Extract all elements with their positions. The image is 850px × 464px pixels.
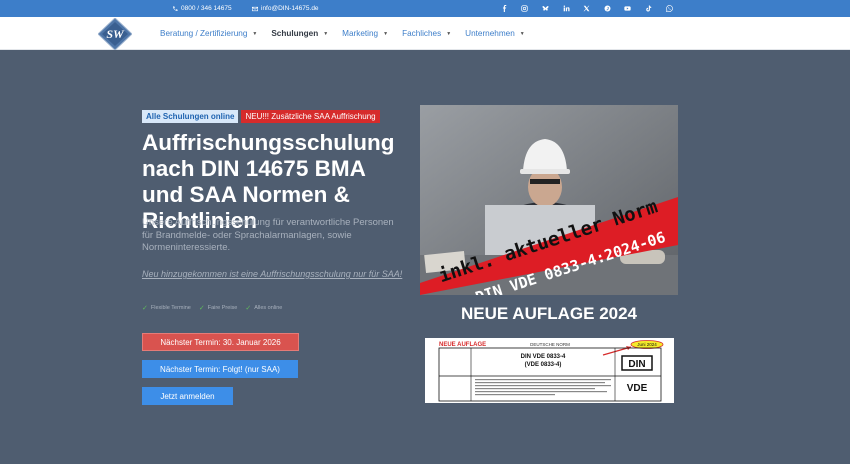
feature-list: ✓ Flexible Termine ✓ Faire Preise ✓ Alles o… xyxy=(142,304,282,312)
main-navigation: SW Beratung / Zertifizierung ▼ Schulungen… xyxy=(0,17,850,50)
doc-title-1: DIN VDE 0833-4 xyxy=(521,354,566,360)
nav-item-schulungen[interactable]: Schulungen ▼ xyxy=(271,29,328,38)
badge-online: Alle Schulungen online xyxy=(142,110,239,123)
din-logo: DIN xyxy=(628,359,645,370)
youtube-icon[interactable] xyxy=(618,5,639,12)
hero-badges: Alle Schulungen online NEU!!! Zusätzlich… xyxy=(142,110,380,123)
feature-item: ✓ Faire Preise xyxy=(199,304,238,312)
envelope-icon xyxy=(252,6,258,11)
promo-image: inkl. aktueller Norm DIN VDE 0833-4:2024… xyxy=(420,105,678,295)
instagram-icon[interactable] xyxy=(515,5,536,12)
feature-label: Faire Preise xyxy=(207,305,238,311)
new-edition-heading: NEUE AUFLAGE 2024 xyxy=(460,304,638,323)
feature-item: ✓ Alles online xyxy=(245,304,282,312)
logo-text: SW xyxy=(106,27,125,41)
nav-item-marketing[interactable]: Marketing ▼ xyxy=(342,29,388,38)
whatsapp-icon[interactable] xyxy=(659,5,680,12)
email-address: info@DIN-14675.de xyxy=(261,5,319,12)
phone-icon xyxy=(173,5,178,11)
chevron-down-icon: ▼ xyxy=(252,30,258,37)
linkedin-icon[interactable] xyxy=(556,5,577,12)
chevron-down-icon: ▼ xyxy=(446,30,452,37)
doc-date: Juni 2024 xyxy=(637,342,657,347)
menu-bar: Beratung / Zertifizierung ▼ Schulungen ▼ M… xyxy=(160,17,539,50)
badge-new-saa: NEU!!! Zusätzliche SAA Auffrischung xyxy=(241,110,380,123)
email-contact[interactable]: info@DIN-14675.de xyxy=(252,0,319,17)
nav-item-fachliches[interactable]: Fachliches ▼ xyxy=(402,29,451,38)
feature-item: ✓ Flexible Termine xyxy=(142,304,191,312)
check-icon: ✓ xyxy=(142,305,148,312)
nav-item-label: Beratung / Zertifizierung xyxy=(160,29,248,38)
phone-number: 0800 / 346 14675 xyxy=(181,5,232,12)
bluesky-icon[interactable] xyxy=(535,5,556,12)
register-button[interactable]: Jetzt anmelden xyxy=(142,387,233,405)
saa-note-link[interactable]: Neu hinzugekommen ist eine Auffrischungs… xyxy=(142,269,402,279)
doc-title-2: (VDE 0833-4) xyxy=(525,362,562,368)
nav-item-label: Schulungen xyxy=(271,29,319,38)
nav-item-beratung[interactable]: Beratung / Zertifizierung ▼ xyxy=(160,29,257,38)
chevron-down-icon: ▼ xyxy=(323,30,329,37)
doc-label-norm: DEUTSCHE NORM xyxy=(530,342,570,347)
check-icon: ✓ xyxy=(245,305,252,312)
chevron-down-icon: ▼ xyxy=(519,30,525,37)
norm-document-preview: NEUE AUFLAGE DEUTSCHE NORM Juni 2024 DIN… xyxy=(425,338,674,403)
nav-item-unternehmen[interactable]: Unternehmen ▼ xyxy=(465,29,525,38)
chevron-down-icon: ▼ xyxy=(383,30,389,37)
tiktok-icon[interactable] xyxy=(638,5,659,12)
social-links xyxy=(494,0,679,17)
top-bar: 0800 / 346 14675 info@DIN-14675.de xyxy=(0,0,850,17)
doc-label-new: NEUE AUFLAGE xyxy=(439,342,486,348)
feature-label: Flexible Termine xyxy=(150,305,191,311)
x-icon[interactable] xyxy=(576,5,597,12)
facebook-icon[interactable] xyxy=(494,5,515,12)
next-saa-date-button[interactable]: Nächster Termin: Folgt! (nur SAA) xyxy=(142,360,298,378)
check-icon: ✓ xyxy=(198,305,205,312)
nav-item-label: Unternehmen xyxy=(465,29,515,38)
company-logo[interactable]: SW xyxy=(98,18,132,50)
phone-contact[interactable]: 0800 / 346 14675 xyxy=(172,0,232,17)
pinterest-icon[interactable] xyxy=(597,5,618,12)
vde-logo: VDE xyxy=(627,383,648,394)
nav-item-label: Fachliches xyxy=(402,29,442,38)
nav-item-label: Marketing xyxy=(342,29,379,38)
next-date-button[interactable]: Nächster Termin: 30. Januar 2026 xyxy=(142,333,299,351)
hero-subtext: Unsere Auffrischungsschulung für verantw… xyxy=(142,217,394,253)
feature-label: Alles online xyxy=(254,305,283,311)
